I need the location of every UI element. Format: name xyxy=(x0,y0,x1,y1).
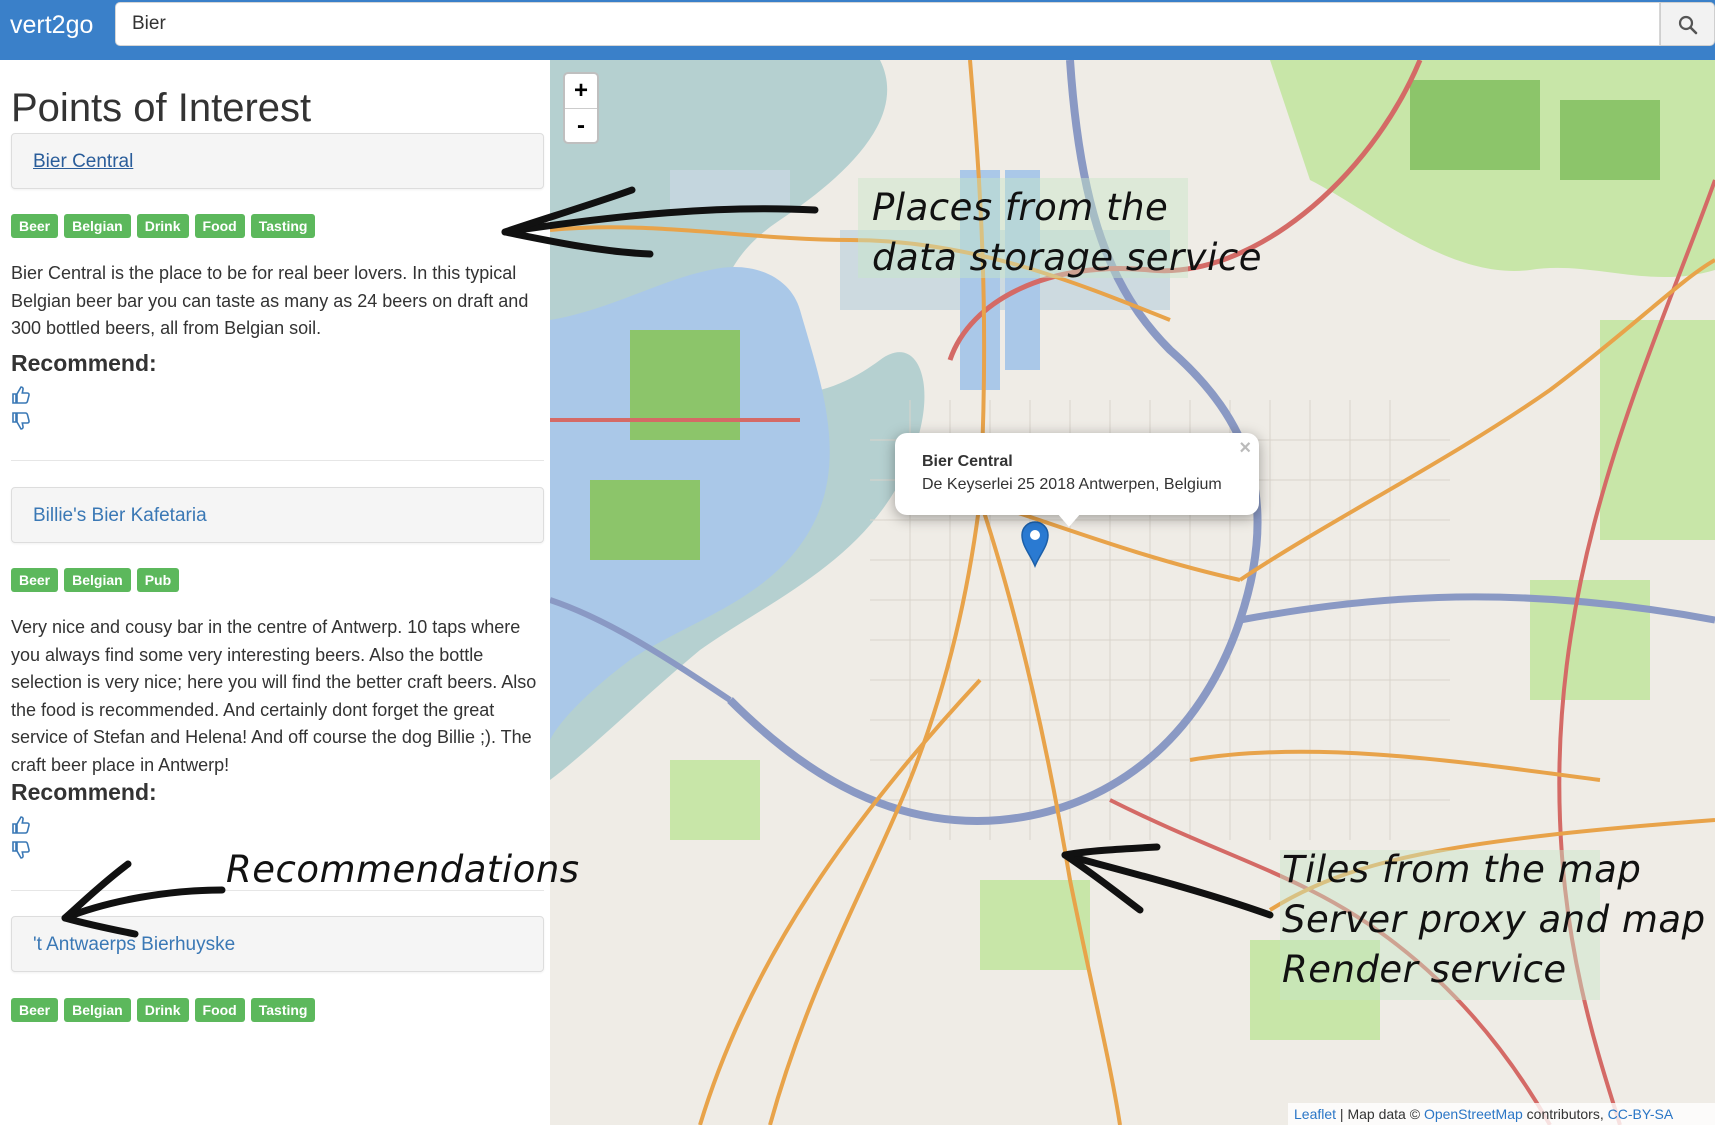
page-title: Points of Interest xyxy=(11,86,312,130)
poi-card-header[interactable]: Billie's Bier Kafetaria xyxy=(11,487,544,543)
poi-link-billies-bier-kafetaria[interactable]: Billie's Bier Kafetaria xyxy=(33,505,207,527)
recommend-label: Recommend: xyxy=(11,779,157,805)
popup-close-button[interactable]: × xyxy=(1239,437,1251,460)
poi-description: Very nice and cousy bar in the centre of… xyxy=(11,617,537,775)
recommend-label: Recommend: xyxy=(11,350,157,376)
tag-badge: Beer xyxy=(11,998,59,1022)
annotation-places-line2: data storage service xyxy=(872,236,1262,279)
tag-badge: Beer xyxy=(11,214,59,238)
osm-link[interactable]: OpenStreetMap xyxy=(1424,1106,1523,1122)
zoom-out-button[interactable]: - xyxy=(565,109,597,143)
poi-tags: Beer Belgian Pub xyxy=(11,568,180,592)
popup-tip xyxy=(1057,513,1081,527)
annotation-tiles-line2: Server proxy and map xyxy=(1282,898,1706,941)
poi-link-bier-central[interactable]: Bier Central xyxy=(33,151,133,173)
attribution-text: | Map data © xyxy=(1336,1106,1424,1122)
tag-badge: Tasting xyxy=(250,998,316,1022)
search-button[interactable] xyxy=(1660,2,1715,46)
thumbs-up-icon[interactable] xyxy=(10,384,32,406)
popup-title: Bier Central xyxy=(922,453,1013,470)
tag-badge: Beer xyxy=(11,568,59,592)
leaflet-link[interactable]: Leaflet xyxy=(1294,1106,1336,1122)
thumbs-up-icon[interactable] xyxy=(10,814,32,836)
tag-badge: Belgian xyxy=(64,568,131,592)
annotation-places-line1: Places from the xyxy=(872,186,1169,229)
tag-badge: Belgian xyxy=(64,998,131,1022)
search-input[interactable] xyxy=(115,2,1660,46)
license-link[interactable]: CC-BY-SA xyxy=(1608,1106,1674,1122)
annotation-tiles-line3: Render service xyxy=(1282,948,1567,991)
tag-badge: Belgian xyxy=(64,214,131,238)
tag-badge: Pub xyxy=(136,568,180,592)
tag-badge: Food xyxy=(194,998,245,1022)
poi-tags: Beer Belgian Drink Food Tasting xyxy=(11,214,316,238)
map-attribution: Leaflet | Map data © OpenStreetMap contr… xyxy=(1288,1103,1715,1125)
poi-card-header[interactable]: Bier Central xyxy=(11,133,544,189)
thumbs-down-icon[interactable] xyxy=(10,839,32,861)
tag-badge: Drink xyxy=(136,214,189,238)
zoom-control: + - xyxy=(563,72,599,144)
tag-badge: Drink xyxy=(136,998,189,1022)
map-marker-icon[interactable] xyxy=(1020,520,1050,568)
popup-address: De Keyserlei 25 2018 Antwerpen, Belgium xyxy=(922,476,1222,493)
attribution-text: contributors, xyxy=(1522,1106,1608,1122)
annotation-recommendations: Recommendations xyxy=(226,848,580,891)
divider xyxy=(11,460,544,461)
tag-badge: Food xyxy=(194,214,245,238)
brand-logo[interactable]: vert2go xyxy=(10,10,93,40)
tag-badge: Tasting xyxy=(250,214,316,238)
annotation-tiles-line1: Tiles from the map xyxy=(1282,848,1642,891)
poi-description: Bier Central is the place to be for real… xyxy=(11,263,529,338)
thumbs-down-icon[interactable] xyxy=(10,410,32,432)
search-icon xyxy=(1678,15,1698,35)
map-popup: Bier Central De Keyserlei 25 2018 Antwer… xyxy=(895,433,1259,515)
points-of-interest-panel[interactable]: Points of Interest Bier Central Beer Bel… xyxy=(0,60,550,1125)
poi-card-header[interactable]: 't Antwaerps Bierhuyske xyxy=(11,916,544,972)
poi-tags: Beer Belgian Drink Food Tasting xyxy=(11,998,316,1022)
poi-link-antwaerps-bierhuyske[interactable]: 't Antwaerps Bierhuyske xyxy=(33,934,235,956)
zoom-in-button[interactable]: + xyxy=(565,74,597,109)
